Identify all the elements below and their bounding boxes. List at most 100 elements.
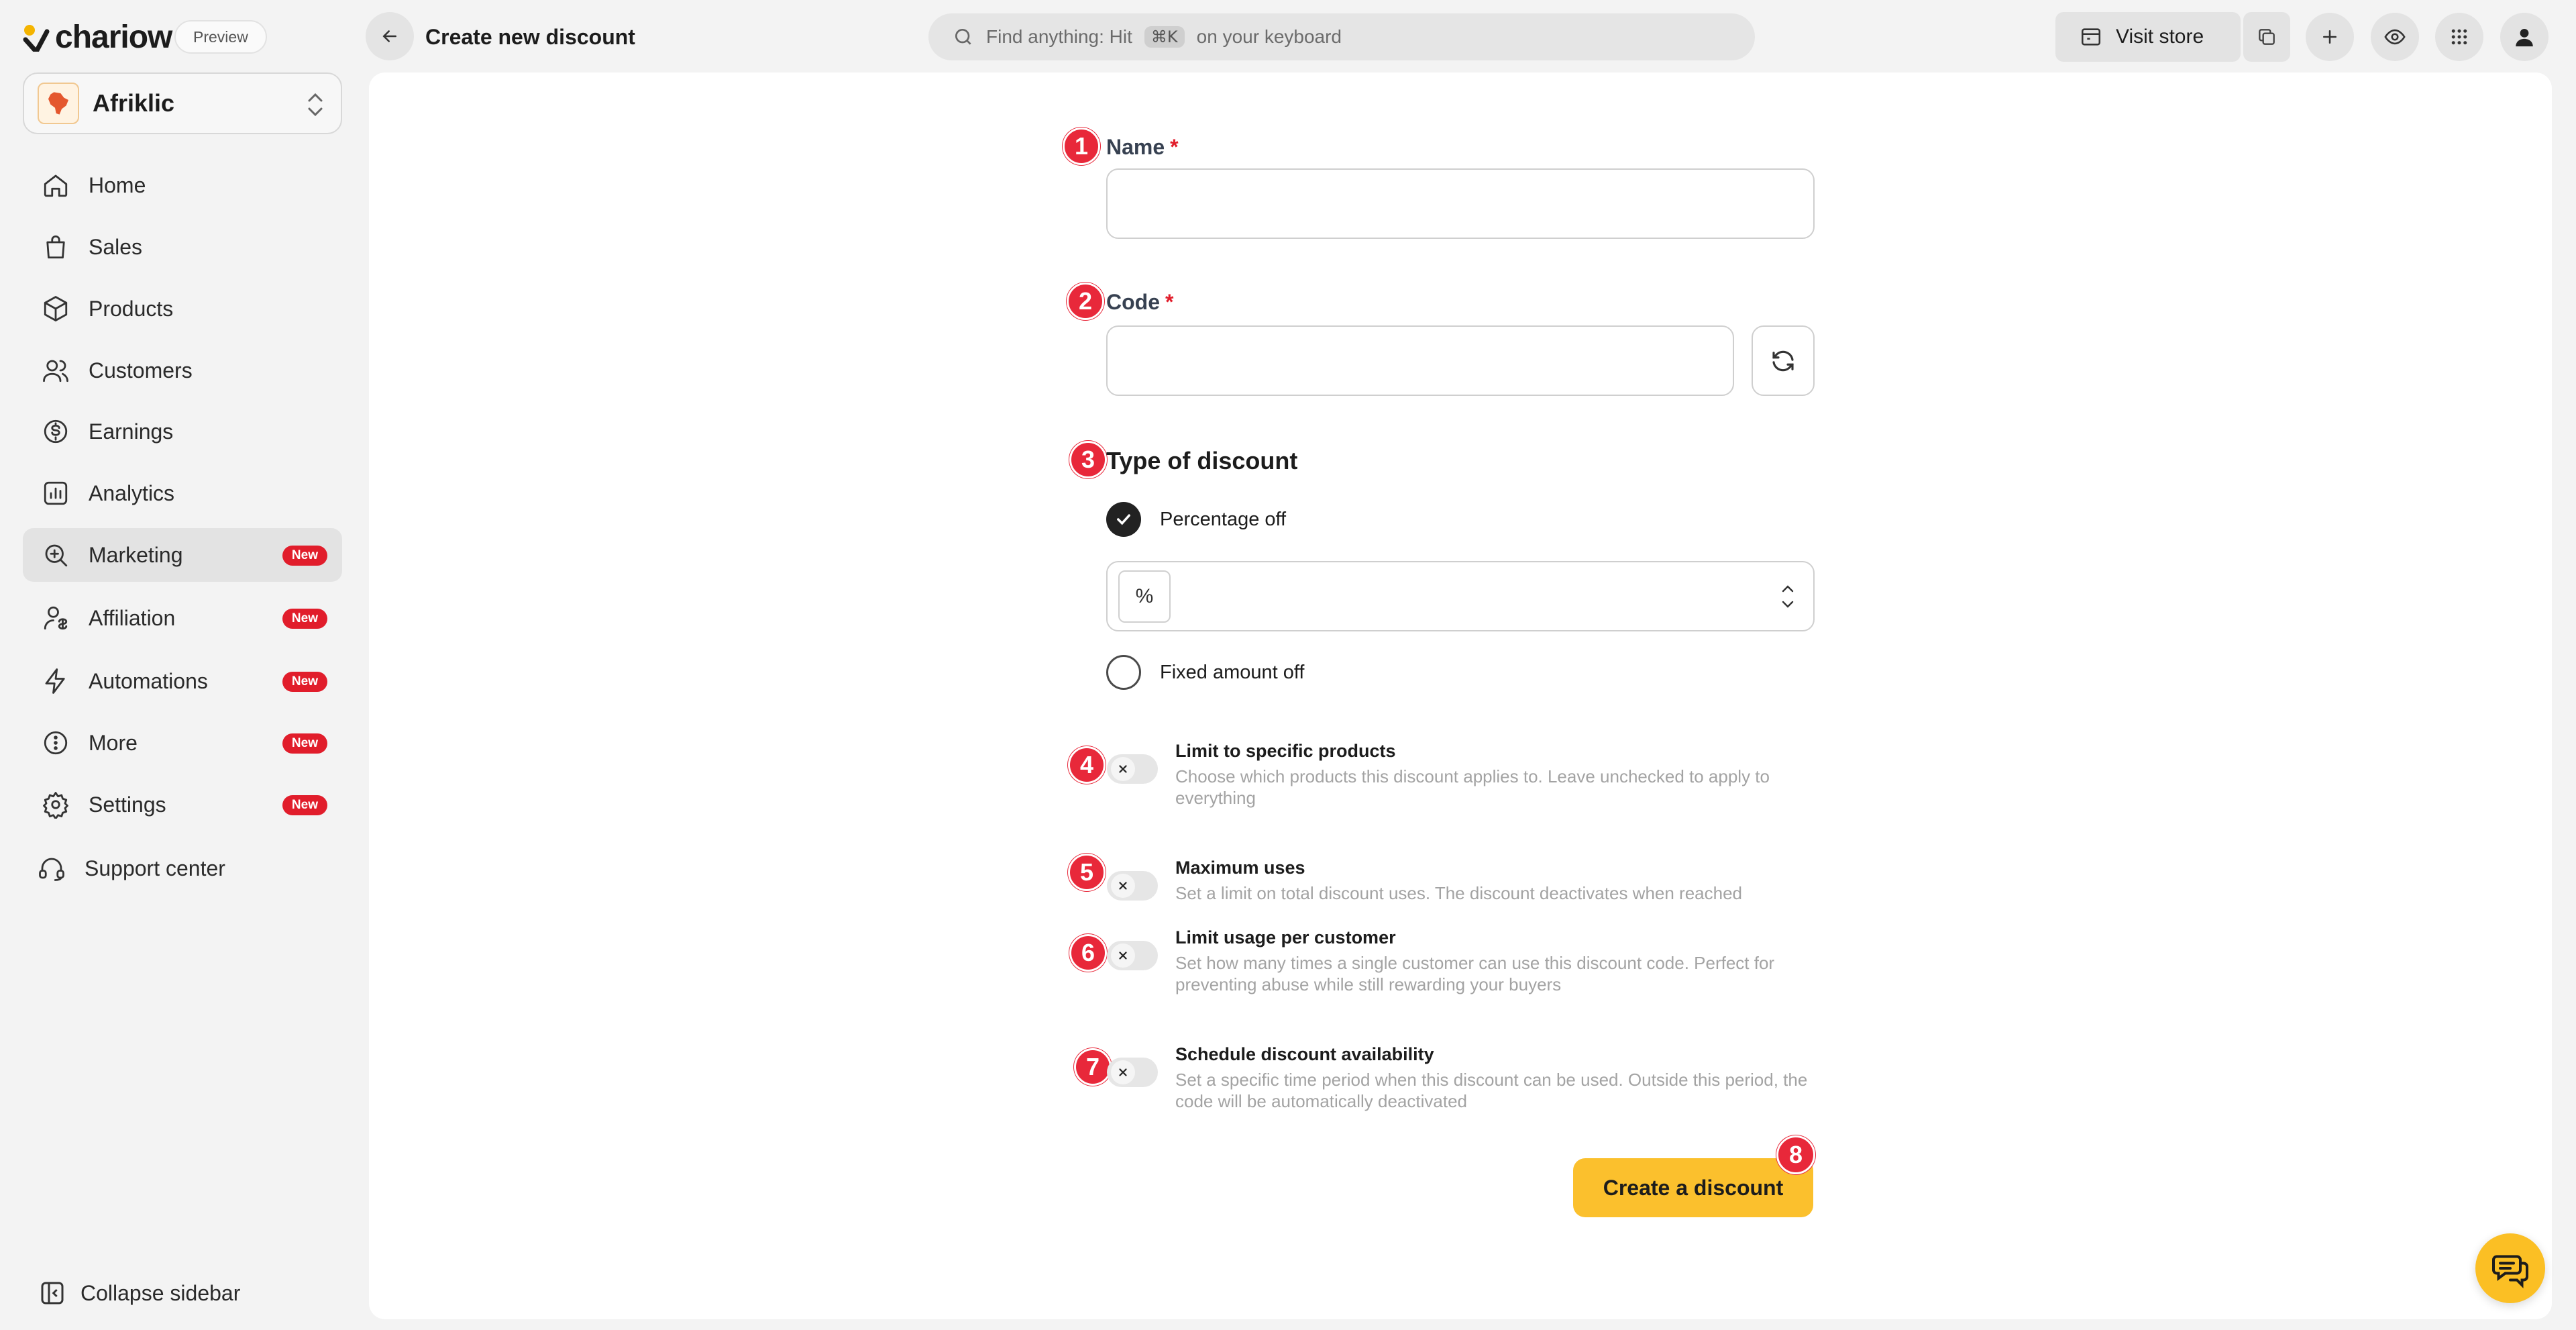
sidebar-collapse-icon <box>41 1282 64 1305</box>
main-panel <box>369 72 2552 1319</box>
page-title: Create new discount <box>425 24 635 49</box>
toggle-text: Maximum uses Set a limit on total discoun… <box>1175 858 1819 904</box>
percentage-off-label: Percentage off <box>1160 508 1287 530</box>
logo-text: chariow <box>55 19 172 55</box>
more-icon <box>40 727 71 758</box>
toggle-title: Maximum uses <box>1175 858 1305 878</box>
toggle-title: Limit usage per customer <box>1175 927 1396 948</box>
sidebar-item-settings[interactable]: Settings New <box>23 778 342 831</box>
sidebar-item-more[interactable]: More New <box>23 716 342 770</box>
preview-button[interactable] <box>2371 13 2419 61</box>
user-icon <box>2516 28 2533 47</box>
sidebar-item-label: Settings <box>89 792 166 817</box>
sidebar-item-label: Support center <box>85 856 225 880</box>
refresh-icon <box>1772 350 1794 371</box>
step-marker-2: 2 <box>1067 283 1104 320</box>
percentage-radio-checked[interactable] <box>1106 502 1141 537</box>
toggle-text: Limit to specific products Choose which p… <box>1175 741 1819 809</box>
bag-icon <box>40 232 71 262</box>
sidebar-item-customers[interactable]: Customers <box>23 344 342 397</box>
step-marker-4: 4 <box>1068 746 1106 784</box>
fixed-amount-label: Fixed amount off <box>1160 661 1305 683</box>
chariow-logo-icon <box>23 25 50 52</box>
code-label-text: Code <box>1106 289 1160 314</box>
chevron-down-icon[interactable] <box>1780 599 1796 611</box>
store-switcher[interactable]: Afriklic <box>23 72 342 134</box>
support-chat-button[interactable] <box>2475 1233 2545 1303</box>
box-icon <box>40 293 71 324</box>
add-button[interactable] <box>2306 13 2354 61</box>
percentage-input[interactable] <box>1181 568 1780 624</box>
code-label: Code * <box>1106 288 1173 316</box>
storefront-icon <box>2081 28 2101 46</box>
name-label-text: Name <box>1106 134 1165 159</box>
visit-store-button[interactable]: Visit store <box>2055 12 2241 62</box>
dollar-icon <box>40 416 71 447</box>
account-button[interactable] <box>2500 13 2548 61</box>
gear-icon <box>40 789 71 820</box>
search-bar[interactable]: Find anything: Hit ⌘K on your keyboard <box>928 13 1755 60</box>
toggle-knob <box>1111 943 1135 968</box>
eye-icon <box>2384 29 2406 45</box>
collapse-sidebar-label: Collapse sidebar <box>80 1280 241 1305</box>
sidebar-item-label: Products <box>89 296 174 321</box>
copy-link-button[interactable] <box>2243 12 2290 62</box>
apps-button[interactable] <box>2435 13 2483 61</box>
arrow-left-icon <box>382 30 396 42</box>
toggle-switch[interactable] <box>1107 871 1158 901</box>
generate-code-button[interactable] <box>1752 325 1815 396</box>
collapse-sidebar-button[interactable]: Collapse sidebar <box>39 1276 240 1310</box>
sidebar-item-support-center[interactable]: Support center <box>19 841 338 895</box>
toggle-knob <box>1111 1060 1135 1084</box>
step-marker-7: 7 <box>1074 1048 1112 1086</box>
toggle-description: Set how many times a single customer can… <box>1175 953 1775 994</box>
toggle-title: Schedule discount availability <box>1175 1044 1434 1064</box>
chariow-logo[interactable]: chariow <box>23 19 172 55</box>
sidebar-item-marketing[interactable]: Marketing New <box>23 528 342 582</box>
sidebar-item-label: Home <box>89 172 146 197</box>
sidebar-item-analytics[interactable]: Analytics <box>23 466 342 520</box>
step-marker-8: 8 <box>1776 1135 1815 1174</box>
users-icon <box>40 355 71 386</box>
home-icon <box>40 170 71 201</box>
sidebar-item-earnings[interactable]: Earnings <box>23 405 342 458</box>
sidebar-item-affiliation[interactable]: Affiliation New <box>23 591 342 645</box>
back-button[interactable] <box>366 12 414 60</box>
preview-chip: Preview <box>174 20 267 54</box>
toggle-description: Set a specific time period when this dis… <box>1175 1070 1808 1111</box>
create-discount-button[interactable]: Create a discount <box>1573 1158 1813 1217</box>
fixed-amount-option[interactable]: Fixed amount off <box>1106 655 1304 690</box>
close-icon <box>1119 882 1127 890</box>
chat-icon <box>2492 1255 2528 1288</box>
toggle-switch[interactable] <box>1107 941 1158 970</box>
sidebar-item-label: Sales <box>89 234 143 259</box>
code-input[interactable] <box>1106 325 1734 396</box>
percentage-field[interactable]: % <box>1106 561 1815 631</box>
sidebar-item-products[interactable]: Products <box>23 282 342 336</box>
sidebar-item-sales[interactable]: Sales <box>23 220 342 274</box>
step-marker-3: 3 <box>1069 441 1107 478</box>
toggle-switch[interactable] <box>1107 754 1158 784</box>
toggle-switch[interactable] <box>1107 1058 1158 1087</box>
close-icon <box>1119 765 1127 773</box>
fixed-amount-radio[interactable] <box>1106 655 1141 690</box>
toggle-description: Choose which products this discount appl… <box>1175 766 1770 808</box>
search-placeholder-suffix: on your keyboard <box>1196 26 1342 47</box>
percentage-stepper[interactable] <box>1780 582 1796 611</box>
sidebar-item-automations[interactable]: Automations New <box>23 654 342 708</box>
new-badge: New <box>282 609 327 629</box>
chevron-up-icon[interactable] <box>1780 582 1796 595</box>
visit-store-label: Visit store <box>2116 25 2204 48</box>
copy-icon <box>2259 29 2275 45</box>
toggle-description: Set a limit on total discount uses. The … <box>1175 883 1743 903</box>
name-input[interactable] <box>1106 168 1815 239</box>
sidebar-item-home[interactable]: Home <box>23 158 342 212</box>
grid-icon <box>2451 29 2467 45</box>
required-mark: * <box>1170 134 1179 159</box>
close-icon <box>1119 952 1127 960</box>
plus-icon <box>2323 30 2337 44</box>
check-icon <box>1117 514 1130 525</box>
megaphone-icon <box>40 540 71 570</box>
store-avatar <box>38 83 79 124</box>
percentage-off-option[interactable]: Percentage off <box>1106 502 1286 537</box>
